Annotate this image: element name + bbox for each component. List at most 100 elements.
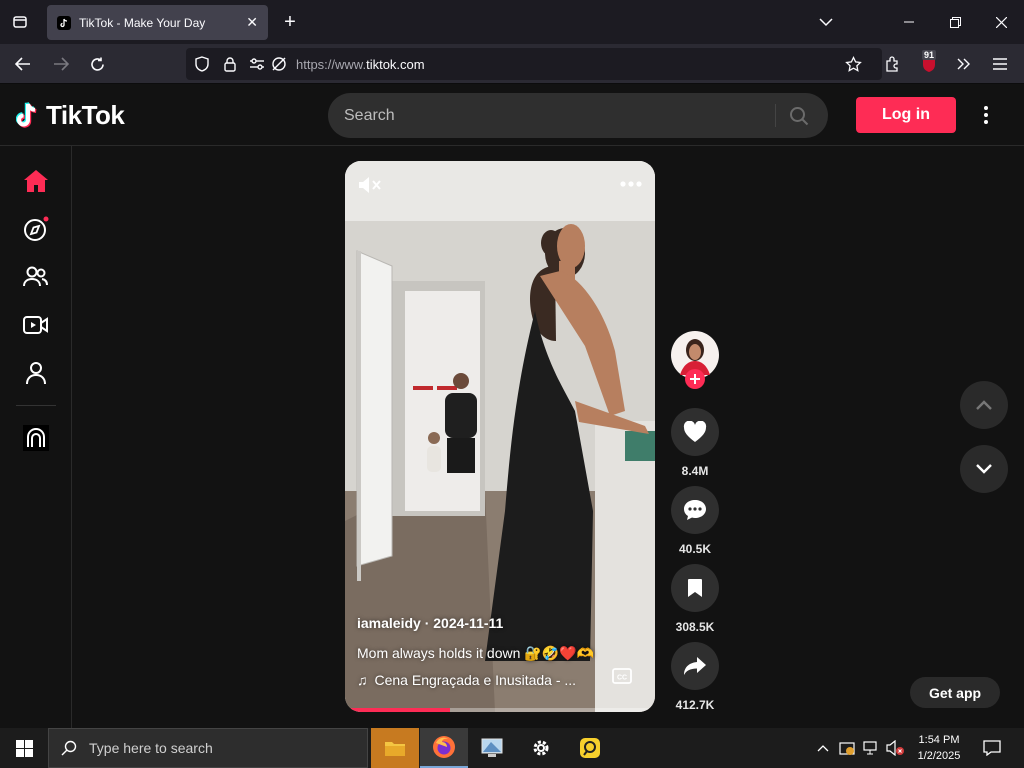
- more-tools-chevron-icon[interactable]: [953, 54, 975, 74]
- windows-taskbar: Type here to search 1:54 PM 1/2/2025: [0, 728, 1024, 768]
- restore-window-button[interactable]: [944, 12, 966, 32]
- comment-bubble-icon: [684, 500, 706, 520]
- comment-count: 40.5K: [678, 542, 712, 556]
- login-button[interactable]: Log in: [856, 97, 956, 133]
- minimize-window-button[interactable]: [898, 12, 920, 32]
- bookmark-star-icon[interactable]: [844, 55, 862, 73]
- tray-security-icon[interactable]: [836, 728, 858, 768]
- taskbar-firefox[interactable]: [420, 728, 468, 768]
- heart-icon: [683, 421, 707, 442]
- windows-logo-icon: [15, 739, 33, 757]
- taskbar-remote-desktop[interactable]: [468, 728, 516, 768]
- chevron-down-icon: [976, 464, 992, 474]
- tab-close-icon[interactable]: ✕: [246, 14, 258, 31]
- next-video-button[interactable]: [960, 445, 1008, 493]
- tracking-shield-icon[interactable]: [194, 56, 210, 72]
- tiktok-note-icon: [16, 101, 37, 128]
- search-input[interactable]: [344, 93, 764, 138]
- closed-captions-icon[interactable]: CC: [611, 667, 633, 685]
- extension-count-badge: 91: [922, 50, 937, 60]
- chevron-up-icon: [976, 400, 992, 410]
- compass-icon: [24, 216, 49, 241]
- extensions-puzzle-icon[interactable]: [882, 54, 904, 74]
- svg-text:CC: CC: [617, 675, 627, 682]
- lock-icon[interactable]: [222, 56, 238, 72]
- video-caption: iamaleidy · 2024-11-11 Mom always holds …: [357, 615, 607, 688]
- get-app-button[interactable]: Get app: [910, 677, 1000, 708]
- sidebar-item-explore[interactable]: [20, 213, 52, 245]
- video-player[interactable]: iamaleidy · 2024-11-11 Mom always holds …: [345, 161, 655, 712]
- video-author-date[interactable]: iamaleidy · 2024-11-11: [357, 615, 607, 631]
- taskbar-clock[interactable]: 1:54 PM 1/2/2025: [904, 732, 974, 764]
- left-sidebar: [0, 146, 72, 728]
- browser-nav-bar: https://www.tiktok.com 91: [0, 44, 1024, 84]
- permissions-icon[interactable]: [248, 56, 266, 72]
- folder-icon: [385, 742, 405, 756]
- url-bar[interactable]: https://www.tiktok.com: [186, 48, 882, 80]
- tiktok-favicon-icon: [57, 15, 71, 30]
- tab-title: TikTok - Make Your Day: [79, 15, 206, 30]
- browser-tab-active[interactable]: TikTok - Make Your Day ✕: [47, 5, 268, 40]
- video-progress-bar[interactable]: [345, 708, 655, 712]
- save-count: 308.5K: [675, 620, 715, 634]
- music-title[interactable]: Cena Engraçada e Inusitada - ...: [375, 672, 577, 688]
- new-tab-button[interactable]: +: [280, 11, 300, 33]
- taskbar-settings[interactable]: [517, 728, 565, 768]
- profile-user-icon: [26, 362, 46, 385]
- search-icon[interactable]: [788, 105, 810, 127]
- tab-overflow-chevron-icon[interactable]: [816, 12, 836, 32]
- close-window-button[interactable]: [990, 12, 1012, 32]
- creator-avatar[interactable]: [670, 330, 720, 390]
- video-music[interactable]: ♫ Cena Engraçada e Inusitada - ...: [357, 672, 607, 688]
- sidebar-item-live[interactable]: [20, 309, 52, 341]
- sidebar-item-following[interactable]: [20, 261, 52, 293]
- show-hidden-icons-chevron[interactable]: [812, 728, 834, 768]
- share-button[interactable]: 412.7K: [670, 642, 720, 712]
- taskbar-search-box[interactable]: Type here to search: [48, 728, 368, 768]
- share-count: 412.7K: [675, 698, 715, 712]
- tab-list-icon[interactable]: [8, 12, 32, 32]
- firefox-icon: [433, 736, 455, 758]
- tray-network-icon[interactable]: [860, 728, 882, 768]
- music-note-icon: ♫: [357, 672, 368, 688]
- taskbar-file-explorer[interactable]: [371, 728, 419, 768]
- hamburger-menu-icon[interactable]: [989, 54, 1011, 74]
- url-text[interactable]: https://www.tiktok.com: [296, 57, 425, 72]
- home-icon: [24, 170, 48, 192]
- taskbar-yellow-app[interactable]: [566, 728, 614, 768]
- more-options-icon[interactable]: [976, 102, 996, 128]
- video-progress-fill: [345, 708, 451, 712]
- clock-date: 1/2/2025: [917, 750, 961, 762]
- mute-speaker-icon[interactable]: [357, 175, 383, 195]
- sidebar-item-profile[interactable]: [20, 357, 52, 389]
- autoplay-blocked-icon[interactable]: [270, 56, 288, 72]
- clock-time: 1:54 PM: [918, 734, 960, 746]
- live-video-icon: [23, 316, 48, 334]
- search-divider: [775, 104, 776, 127]
- start-button[interactable]: [0, 728, 48, 768]
- yellow-app-icon: [580, 738, 600, 758]
- comment-button[interactable]: 40.5K: [670, 486, 720, 556]
- tray-volume-muted-icon[interactable]: [884, 728, 906, 768]
- settings-gear-icon: [533, 740, 549, 756]
- previous-video-button[interactable]: [960, 381, 1008, 429]
- sidebar-item-home[interactable]: [20, 165, 52, 197]
- video-more-options-icon[interactable]: [619, 177, 643, 191]
- reload-icon[interactable]: [86, 54, 108, 74]
- notifications-icon[interactable]: [976, 728, 1008, 768]
- taskbar-search-icon: [61, 740, 77, 756]
- search-bar: [328, 93, 828, 138]
- arch-logo-icon: [23, 425, 49, 451]
- share-arrow-icon: [684, 657, 706, 675]
- browser-tab-bar: TikTok - Make Your Day ✕ +: [0, 0, 1024, 44]
- like-count: 8.4M: [681, 464, 709, 478]
- following-users-icon: [23, 266, 48, 287]
- bookmark-icon: [688, 579, 702, 597]
- tiktok-logo[interactable]: TikTok: [16, 100, 125, 131]
- forward-arrow-icon[interactable]: [50, 54, 72, 74]
- like-button[interactable]: 8.4M: [670, 408, 720, 478]
- sidebar-item-creator-logo[interactable]: [20, 422, 52, 454]
- back-arrow-icon[interactable]: [12, 54, 34, 74]
- save-button[interactable]: 308.5K: [670, 564, 720, 634]
- tiktok-wordmark: TikTok: [46, 100, 125, 130]
